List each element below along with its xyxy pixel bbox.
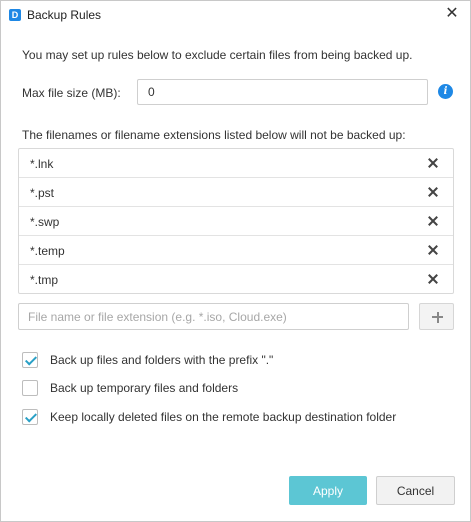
remove-icon[interactable] [425, 155, 441, 171]
max-file-size-input[interactable] [137, 79, 428, 105]
remove-icon[interactable] [425, 213, 441, 229]
info-icon[interactable]: i [438, 84, 453, 99]
add-rule-button[interactable] [419, 303, 454, 330]
option-label: Back up files and folders with the prefi… [50, 353, 274, 367]
backup-rules-dialog: D Backup Rules ✕ You may set up rules be… [0, 0, 471, 522]
rule-pattern: *.pst [30, 186, 55, 200]
option-label: Back up temporary files and folders [50, 381, 239, 395]
list-item: *.pst [19, 178, 453, 207]
exclusion-list-caption: The filenames or filename extensions lis… [22, 128, 406, 142]
intro-text: You may set up rules below to exclude ce… [22, 48, 413, 62]
option-keep-deleted[interactable]: Keep locally deleted files on the remote… [22, 409, 442, 427]
new-rule-input[interactable] [18, 303, 409, 330]
rule-pattern: *.lnk [30, 157, 54, 171]
remove-icon[interactable] [425, 184, 441, 200]
checkbox-prefix-dot[interactable] [22, 352, 38, 368]
remove-icon[interactable] [425, 271, 441, 287]
close-icon[interactable]: ✕ [442, 4, 462, 24]
max-file-size-label: Max file size (MB): [22, 86, 121, 100]
rule-pattern: *.tmp [30, 273, 59, 287]
checkbox-temporary-files[interactable] [22, 380, 38, 396]
cancel-button[interactable]: Cancel [376, 476, 455, 505]
rule-pattern: *.temp [30, 244, 65, 258]
exclusion-list: *.lnk *.pst *.swp *.temp *.tmp [18, 148, 454, 294]
remove-icon[interactable] [425, 242, 441, 258]
apply-button[interactable]: Apply [289, 476, 367, 505]
rule-pattern: *.swp [30, 215, 60, 229]
window-title: Backup Rules [27, 8, 102, 22]
option-label: Keep locally deleted files on the remote… [50, 410, 397, 424]
title-bar: D Backup Rules ✕ [1, 1, 470, 29]
app-logo-icon: D [9, 9, 21, 21]
list-item: *.swp [19, 207, 453, 236]
option-temporary-files[interactable]: Back up temporary files and folders [22, 380, 272, 398]
list-item: *.lnk [19, 149, 453, 178]
list-item: *.temp [19, 236, 453, 265]
checkbox-keep-deleted[interactable] [22, 409, 38, 425]
option-prefix-dot[interactable]: Back up files and folders with the prefi… [22, 352, 322, 370]
list-item: *.tmp [19, 265, 453, 294]
